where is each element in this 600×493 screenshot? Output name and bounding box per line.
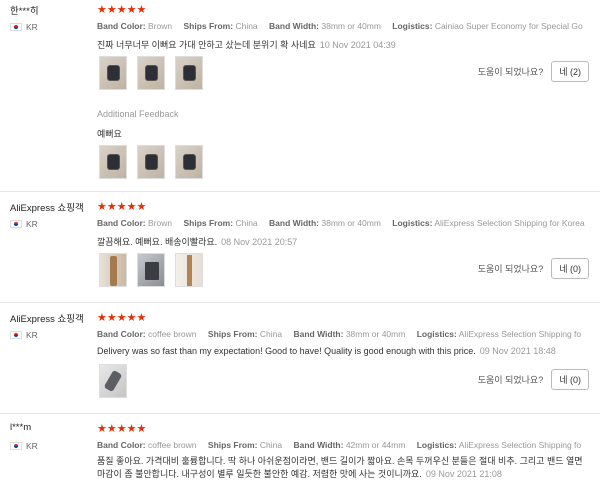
review-text: Delivery was so fast than my expectation… (97, 346, 556, 356)
kr-flag-icon (10, 220, 22, 228)
review-attributes: Band Color: Brown Ships From: China Band… (97, 21, 583, 31)
review-attributes: Band Color: coffee brown Ships From: Chi… (97, 329, 582, 339)
helpful-label: 도움이 되었나요? (477, 67, 544, 77)
reviewer-name: 한***히 (10, 6, 39, 17)
reviewer-name: l***m (10, 422, 32, 433)
review-attributes: Band Color: Brown Ships From: China Band… (97, 218, 585, 228)
additional-photos (99, 145, 203, 179)
review-attributes: Band Color: coffee brown Ships From: Chi… (97, 440, 582, 450)
helpful-yes-button[interactable]: 네 (0) (551, 258, 589, 279)
reviewer-country: KR (10, 219, 38, 229)
review-photo[interactable] (99, 56, 127, 90)
review-photo[interactable] (137, 145, 165, 179)
kr-flag-icon (10, 23, 22, 31)
additional-feedback-text: 예뻐요 (97, 129, 122, 139)
star-rating: ★★★★★ (97, 423, 147, 435)
helpful-section: 도움이 되었나요? 네 (0) (478, 258, 589, 279)
reviewer-country: KR (10, 441, 38, 451)
helpful-yes-button[interactable]: 네 (0) (551, 369, 589, 390)
review-text: 깔끔해요. 예뻐요. 배송이빨라요. 08 Nov 2021 20:57 (97, 237, 298, 247)
helpful-label: 도움이 되었나요? (477, 375, 544, 385)
review-photo[interactable] (175, 145, 203, 179)
additional-feedback-label: Additional Feedback (97, 109, 179, 119)
review-photo[interactable] (137, 253, 165, 287)
reviewer-name: AliExpress 쇼핑객 (10, 314, 84, 325)
review-divider (0, 191, 600, 192)
review-date: 10 Nov 2021 04:39 (319, 40, 396, 50)
reviewer-country: KR (10, 22, 38, 32)
review-text: 진짜 너무너무 이뻐요 가대 안하고 샀는데 분위기 확 사네요 10 Nov 2… (97, 40, 396, 50)
star-rating: ★★★★★ (97, 4, 147, 16)
review-date: 08 Nov 2021 20:57 (221, 237, 298, 247)
review-text: 품질 좋아요. 가격대비 훌륭합니다. 딱 하나 아쉬운점이라면, 밴드 길이가… (97, 456, 583, 479)
kr-flag-icon (10, 331, 22, 339)
review-photo[interactable] (99, 253, 127, 287)
helpful-yes-button[interactable]: 네 (2) (551, 61, 589, 82)
helpful-section: 도움이 되었나요? 네 (2) (478, 61, 589, 82)
kr-flag-icon (10, 442, 22, 450)
review-photo[interactable] (175, 253, 203, 287)
helpful-section: 도움이 되었나요? 네 (0) (478, 369, 589, 390)
review-photos (99, 56, 203, 90)
reviewer-name: AliExpress 쇼핑객 (10, 203, 84, 214)
review-photos (99, 364, 127, 398)
review-photo[interactable] (99, 145, 127, 179)
review-divider (0, 413, 600, 414)
review-photo[interactable] (175, 56, 203, 90)
review-divider (0, 302, 600, 303)
reviewer-country: KR (10, 330, 38, 340)
review-date: 09 Nov 2021 21:08 (425, 469, 502, 479)
review-photos (99, 253, 203, 287)
review-photo[interactable] (137, 56, 165, 90)
review-photo[interactable] (99, 364, 127, 398)
star-rating: ★★★★★ (97, 201, 147, 213)
helpful-label: 도움이 되었나요? (477, 264, 544, 274)
star-rating: ★★★★★ (97, 312, 147, 324)
review-date: 09 Nov 2021 18:48 (479, 346, 556, 356)
